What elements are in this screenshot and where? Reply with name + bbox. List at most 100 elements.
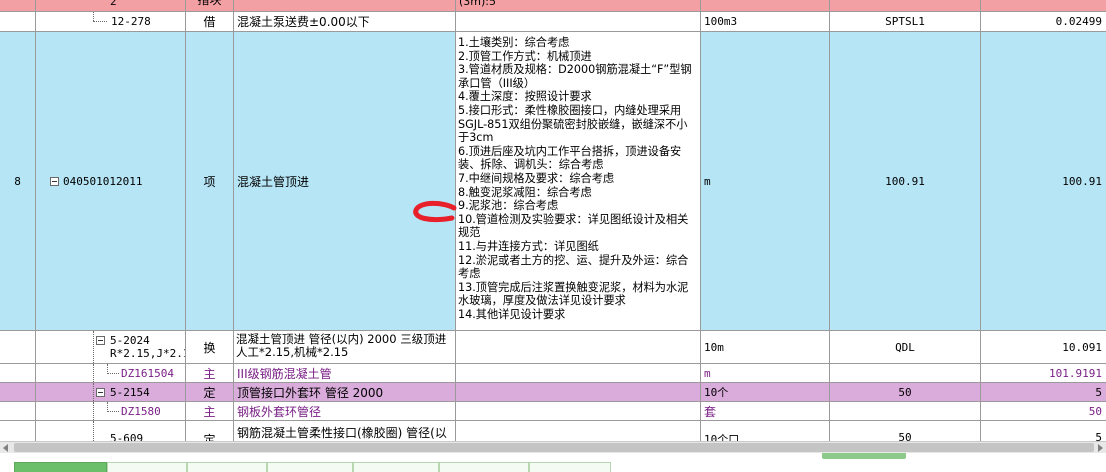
row-number: 8 (14, 174, 21, 188)
table-row-selected[interactable]: 8 040501012011 项 混凝土管顶进 1.土壤类别：综合考虑 2.顶管工… (0, 32, 1106, 331)
code-cell[interactable]: 2 (36, 0, 186, 11)
qty-cell[interactable]: SPTSL1 (830, 12, 981, 31)
description-line: 5.接口形式：柔性橡胶圈接口，内缝处理采用SGJL-851双组份聚硫密封胶嵌缝，… (458, 103, 688, 145)
annotation-mark (413, 200, 457, 223)
table-row[interactable]: 5-609 定 钢筋混凝土管柔性接口(橡胶圈) 管径(以 10个口 50 5 (0, 421, 1106, 441)
qty-cell[interactable]: 50 (830, 421, 981, 441)
desc-cell[interactable] (456, 364, 701, 382)
type-label: 换 (203, 340, 216, 355)
desc-cell[interactable] (456, 421, 701, 441)
type-label: 定 (203, 433, 216, 441)
unit-cell[interactable]: 10个口 (701, 421, 830, 441)
name-cell[interactable]: 混凝土泵送费±0.00以下 (234, 12, 456, 31)
code-cell[interactable]: 5-609 (36, 421, 186, 441)
qty-cell[interactable] (830, 364, 981, 382)
type-cell[interactable]: 主 (186, 402, 234, 420)
unit-cell[interactable] (701, 0, 830, 11)
unit-text: m (704, 174, 711, 188)
unit-cell[interactable]: 10个 (701, 383, 830, 401)
scroll-right-arrow-icon[interactable] (1098, 444, 1103, 452)
qty-cell[interactable]: 50 (830, 383, 981, 401)
name-cell[interactable]: 钢板外套环管径 (234, 402, 456, 420)
name-cell[interactable] (234, 0, 456, 11)
minus-box-icon[interactable] (96, 388, 105, 397)
scroll-left-arrow-icon[interactable] (3, 444, 8, 452)
unit-cell[interactable]: 套 (701, 402, 830, 420)
minus-box-icon[interactable] (96, 336, 105, 345)
type-cell[interactable]: 项 (186, 32, 234, 330)
desc-cell[interactable] (456, 12, 701, 31)
type-cell[interactable]: 定 (186, 383, 234, 401)
desc-cell[interactable] (456, 331, 701, 363)
description-line: 1.土壤类别：综合考虑 (458, 36, 570, 49)
amount-text: 5 (1095, 431, 1102, 441)
desc-text: (3m):5 (459, 0, 497, 8)
code-cell[interactable]: 5-2154 (36, 383, 186, 401)
tab[interactable] (529, 462, 611, 472)
horizontal-scrollbar[interactable] (0, 441, 1106, 453)
minus-box-icon[interactable] (50, 176, 59, 186)
name-cell[interactable]: III级钢筋混凝土管 (234, 364, 456, 382)
type-cell[interactable]: 主 (186, 364, 234, 382)
unit-cell[interactable]: m (701, 364, 830, 382)
code-cell[interactable]: 12-278 (36, 12, 186, 31)
type-cell[interactable]: 换 (186, 331, 234, 363)
tab[interactable] (107, 462, 187, 472)
unit-cell[interactable]: 100m3 (701, 12, 830, 31)
name-cell[interactable]: 混凝土管顶进 管径(以内) 2000 三级顶进 人工*2.15,机械*2.15 (234, 331, 456, 363)
description-line: 12.淤泥或者土方的挖、运、提升及外运：综合考虑 (458, 253, 689, 281)
tab[interactable] (439, 462, 529, 472)
qty-cell[interactable]: 100.91 (830, 32, 981, 330)
table-row[interactable]: 5-2024 R*2.15,J*2.15 换 混凝土管顶进 管径(以内) 200… (0, 331, 1106, 364)
unit-cell[interactable]: 10m (701, 331, 830, 363)
amount-cell[interactable]: 10.091 (981, 331, 1106, 363)
tab-active[interactable] (14, 462, 107, 472)
scrollbar-thumb[interactable] (14, 443, 1094, 452)
description-line: 10.管道检测及实验要求：详见图纸设计及相关规范 (458, 212, 689, 240)
type-cell[interactable]: 措块 (186, 0, 234, 11)
name-cell[interactable]: 顶管接口外套环 管径 2000 (234, 383, 456, 401)
qty-cell[interactable]: QDL (830, 331, 981, 363)
code-cell[interactable]: DZ161504 (36, 364, 186, 382)
table-row[interactable]: 5-2154 定 顶管接口外套环 管径 2000 10个 50 5 (0, 383, 1106, 402)
desc-cell[interactable] (456, 383, 701, 401)
table-row[interactable]: DZ161504 主 III级钢筋混凝土管 m 101.9191 (0, 364, 1106, 383)
amount-cell[interactable] (981, 0, 1106, 11)
amount-cell[interactable]: 0.02499 (981, 12, 1106, 31)
type-label: 定 (203, 385, 216, 400)
table-row[interactable]: 2 措块 (3m):5 (0, 0, 1106, 12)
desc-cell[interactable]: (3m):5 (456, 0, 701, 11)
type-label: 主 (203, 404, 216, 419)
amount-cell[interactable]: 100.91 (981, 32, 1106, 330)
amount-text: 0.02499 (1055, 15, 1102, 28)
name-cell[interactable]: 钢筋混凝土管柔性接口(橡胶圈) 管径(以 (234, 421, 456, 441)
amount-cell[interactable]: 101.9191 (981, 364, 1106, 382)
table-row[interactable]: DZ1580 主 钢板外套环管径 套 50 (0, 402, 1106, 421)
qty-cell[interactable] (830, 402, 981, 420)
tab[interactable] (187, 462, 267, 472)
table-row[interactable]: 12-278 借 混凝土泵送费±0.00以下 100m3 SPTSL1 0.02… (0, 12, 1106, 32)
amount-cell[interactable]: 5 (981, 421, 1106, 441)
code-cell[interactable]: 5-2024 R*2.15,J*2.15 (36, 331, 186, 363)
tree-line (93, 364, 94, 382)
unit-cell[interactable]: m (701, 32, 830, 330)
amount-cell[interactable]: 5 (981, 383, 1106, 401)
amount-cell[interactable]: 50 (981, 402, 1106, 420)
tab[interactable] (267, 462, 353, 472)
desc-cell[interactable]: 1.土壤类别：综合考虑 2.顶管工作方式：机械顶进 3.管道材质及规格：D2000钢… (456, 32, 701, 330)
qty-cell[interactable] (830, 0, 981, 11)
tree-line (107, 402, 108, 410)
description-line: 7.中继间规格及要求：综合考虑 (458, 171, 615, 185)
code-text: DZ161504 (121, 366, 174, 380)
description-line: 11.与井连接方式：详见图纸 (458, 239, 599, 253)
name-cell[interactable]: 混凝土管顶进 (234, 32, 456, 330)
tab[interactable] (353, 462, 439, 472)
code-cell[interactable]: DZ1580 (36, 402, 186, 420)
splitter-handle[interactable] (822, 453, 906, 459)
type-cell[interactable]: 定 (186, 421, 234, 441)
tree-line (93, 12, 94, 21)
tree-line (107, 364, 108, 372)
type-cell[interactable]: 借 (186, 12, 234, 31)
desc-cell[interactable] (456, 402, 701, 420)
code-cell[interactable]: 040501012011 (36, 32, 186, 330)
